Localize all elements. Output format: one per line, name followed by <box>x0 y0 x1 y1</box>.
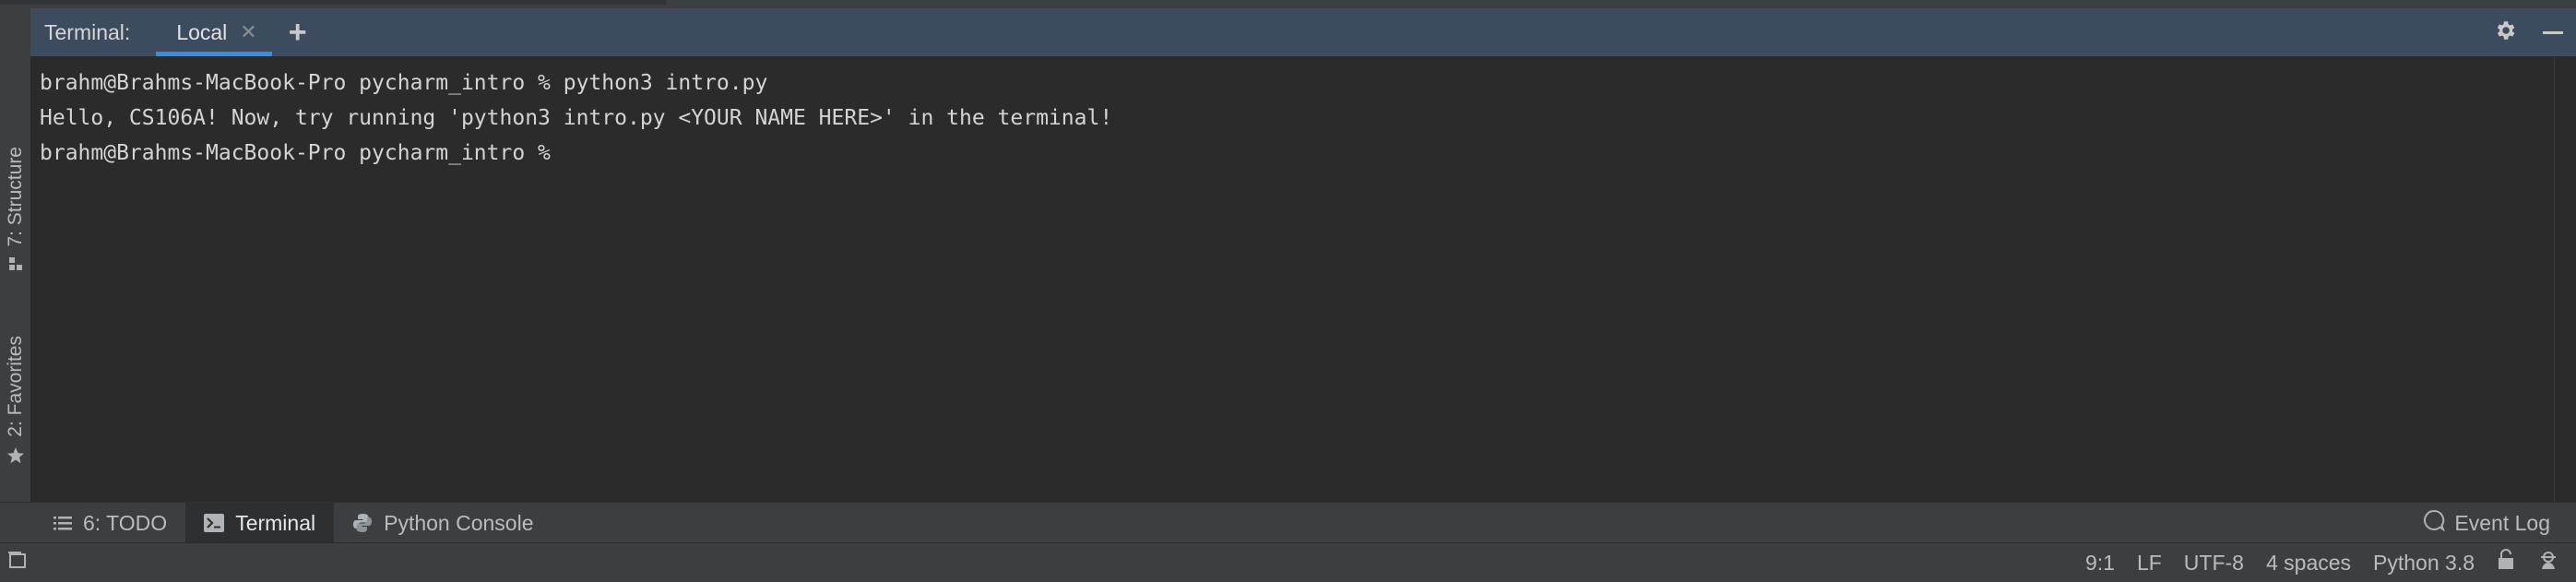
indent-setting[interactable]: 4 spaces <box>2266 551 2351 576</box>
left-tool-strip: 7: Structure 2: Favorites <box>0 8 31 502</box>
toggle-tool-windows-icon[interactable] <box>7 550 28 576</box>
terminal-icon <box>204 514 225 532</box>
python-icon <box>352 513 373 533</box>
cursor-position[interactable]: 9:1 <box>2085 551 2115 576</box>
plus-icon[interactable]: + <box>289 17 307 48</box>
terminal-title: Terminal: <box>44 19 131 44</box>
terminal-output[interactable]: brahm@Brahms-MacBook-Pro pycharm_intro %… <box>30 56 2554 511</box>
line-separator[interactable]: LF <box>2137 551 2162 576</box>
python-interpreter[interactable]: Python 3.8 <box>2373 551 2475 576</box>
bottom-tool-bar: 6: TODO Terminal Python Console Event Lo… <box>0 502 2576 543</box>
tab-python-console-label: Python Console <box>384 510 534 535</box>
favorites-tool-tab[interactable]: 2: Favorites <box>0 336 30 469</box>
close-icon[interactable]: ✕ <box>240 20 256 44</box>
gear-icon[interactable] <box>2493 18 2517 47</box>
event-log-label: Event Log <box>2454 510 2550 535</box>
tab-local-label: Local <box>176 19 228 44</box>
terminal-scrollbar[interactable] <box>2554 56 2576 502</box>
list-icon <box>53 515 72 531</box>
event-log-button[interactable]: Event Log <box>2423 509 2550 537</box>
structure-tab-label: 7: Structure <box>4 147 26 247</box>
terminal-header: Terminal: Local ✕ + <box>30 8 2576 56</box>
tab-python-console[interactable]: Python Console <box>334 503 552 543</box>
tab-terminal-label: Terminal <box>235 510 316 535</box>
structure-icon <box>8 256 23 276</box>
tab-terminal[interactable]: Terminal <box>185 503 335 543</box>
editor-top-strip <box>0 0 2576 8</box>
star-icon <box>6 446 25 469</box>
structure-tool-tab[interactable]: 7: Structure <box>0 147 30 276</box>
tab-todo[interactable]: 6: TODO <box>35 503 185 543</box>
terminal-line: Hello, CS106A! Now, try running 'python3… <box>40 106 1113 130</box>
tab-local[interactable]: Local ✕ <box>156 8 272 56</box>
terminal-line: brahm@Brahms-MacBook-Pro pycharm_intro % <box>40 141 564 165</box>
inspector-icon[interactable] <box>2537 549 2559 576</box>
file-encoding[interactable]: UTF-8 <box>2184 551 2244 576</box>
event-log-icon <box>2423 509 2446 537</box>
favorites-tab-label: 2: Favorites <box>4 336 26 437</box>
status-bar: 9:1 LF UTF-8 4 spaces Python 3.8 <box>0 542 2576 582</box>
terminal-line: brahm@Brahms-MacBook-Pro pycharm_intro %… <box>40 71 768 95</box>
lock-icon[interactable] <box>2497 549 2515 576</box>
minimize-icon[interactable] <box>2543 30 2563 34</box>
tab-todo-label: 6: TODO <box>83 510 168 535</box>
